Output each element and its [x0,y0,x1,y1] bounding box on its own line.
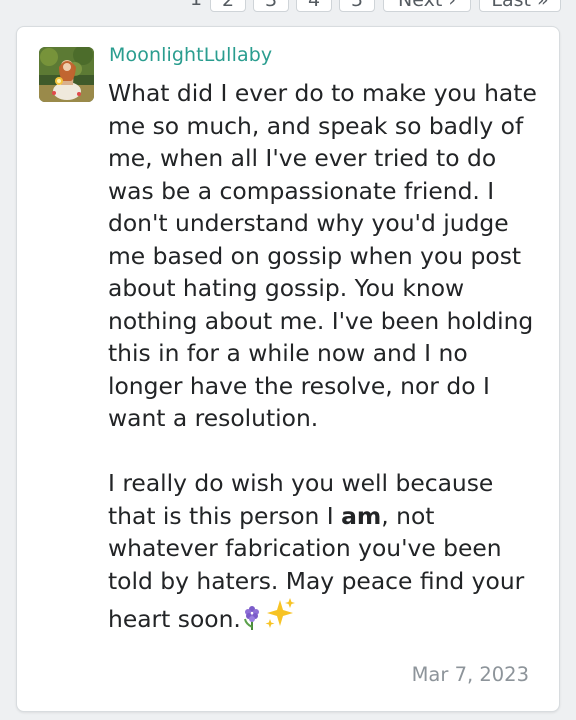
hyacinth-icon [241,605,263,640]
next-page-button[interactable]: Next › [383,0,471,12]
page-5-button[interactable]: 5 [339,0,375,12]
page-4-button[interactable]: 4 [296,0,332,12]
page-3-button[interactable]: 3 [253,0,289,12]
post-timestamp: Mar 7, 2023 [411,663,529,686]
post-body: What did I ever do to make you hate me s… [108,77,548,640]
avatar[interactable] [39,47,94,102]
last-page-button[interactable]: Last » [479,0,561,12]
sparkles-icon [263,597,297,640]
forest-portrait-avatar-icon [39,47,94,102]
page-current: 1 [186,0,206,12]
emphasis-text: am [341,501,382,530]
username-link[interactable]: MoonlightLullaby [109,44,272,66]
post-paragraph-2-text: I really do wish you well because that i… [108,469,494,530]
post-paragraph-2: I really do wish you well because that i… [108,467,548,640]
post-paragraph-1: What did I ever do to make you hate me s… [108,79,537,432]
pagination: 1 2 3 4 5 Next › Last » [0,0,576,16]
post-card: MoonlightLullaby What did I ever do to m… [16,26,560,712]
page-2-button[interactable]: 2 [210,0,246,12]
